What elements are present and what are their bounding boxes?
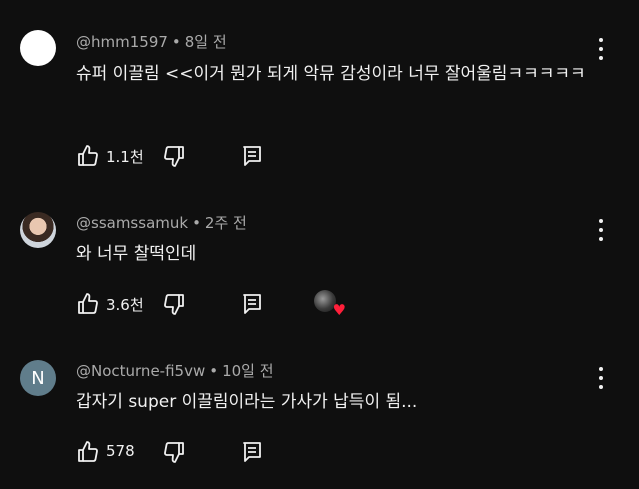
comment-actions: 578 [76, 440, 376, 464]
comment-meta: @hmm1597 • 8일 전 [76, 33, 227, 51]
comment-author[interactable]: @ssamssamuk [76, 214, 188, 232]
comment-text: 와 너무 찰떡인데 [76, 244, 197, 264]
thumbs-down-icon[interactable] [162, 144, 186, 168]
comment-meta: @ssamssamuk • 2주 전 [76, 214, 247, 232]
comment-time[interactable]: 8일 전 [185, 33, 227, 51]
comment-time[interactable]: 2주 전 [205, 214, 247, 232]
thumbs-down-icon[interactable] [162, 440, 186, 464]
avatar[interactable] [20, 30, 56, 66]
comment-actions: 3.6천 ♥ [76, 290, 376, 318]
heart-icon: ♥ [332, 301, 346, 319]
more-vert-icon[interactable] [592, 219, 610, 241]
reply-icon[interactable] [240, 144, 264, 168]
avatar[interactable] [20, 212, 56, 248]
comment-meta: @Nocturne-fi5vw • 10일 전 [76, 362, 274, 380]
comment-author[interactable]: @Nocturne-fi5vw [76, 362, 205, 380]
comment-time[interactable]: 10일 전 [222, 362, 273, 380]
like-count: 3.6천 [106, 296, 144, 314]
thumbs-down-icon[interactable] [162, 292, 186, 316]
thumbs-up-icon[interactable] [76, 440, 100, 464]
thumbs-up-icon[interactable] [76, 292, 100, 316]
comment-actions: 1.1천 [76, 144, 376, 168]
comment-author[interactable]: @hmm1597 [76, 33, 168, 51]
comment-text: 슈퍼 이끌림 <<이거 뭔가 되게 악뮤 감성이라 너무 잘어울림ㅋㅋㅋㅋㅋ [76, 64, 586, 84]
avatar[interactable]: N [20, 360, 56, 396]
comment-text: 갑자기 super 이끌림이라는 가사가 납득이 됨... [76, 392, 418, 412]
thumbs-up-icon[interactable] [76, 144, 100, 168]
more-vert-icon[interactable] [592, 367, 610, 389]
reply-icon[interactable] [240, 440, 264, 464]
more-vert-icon[interactable] [592, 38, 610, 60]
creator-heart-badge: ♥ [314, 290, 346, 318]
reply-icon[interactable] [240, 292, 264, 316]
like-count: 1.1천 [106, 148, 144, 166]
like-count: 578 [106, 442, 135, 460]
